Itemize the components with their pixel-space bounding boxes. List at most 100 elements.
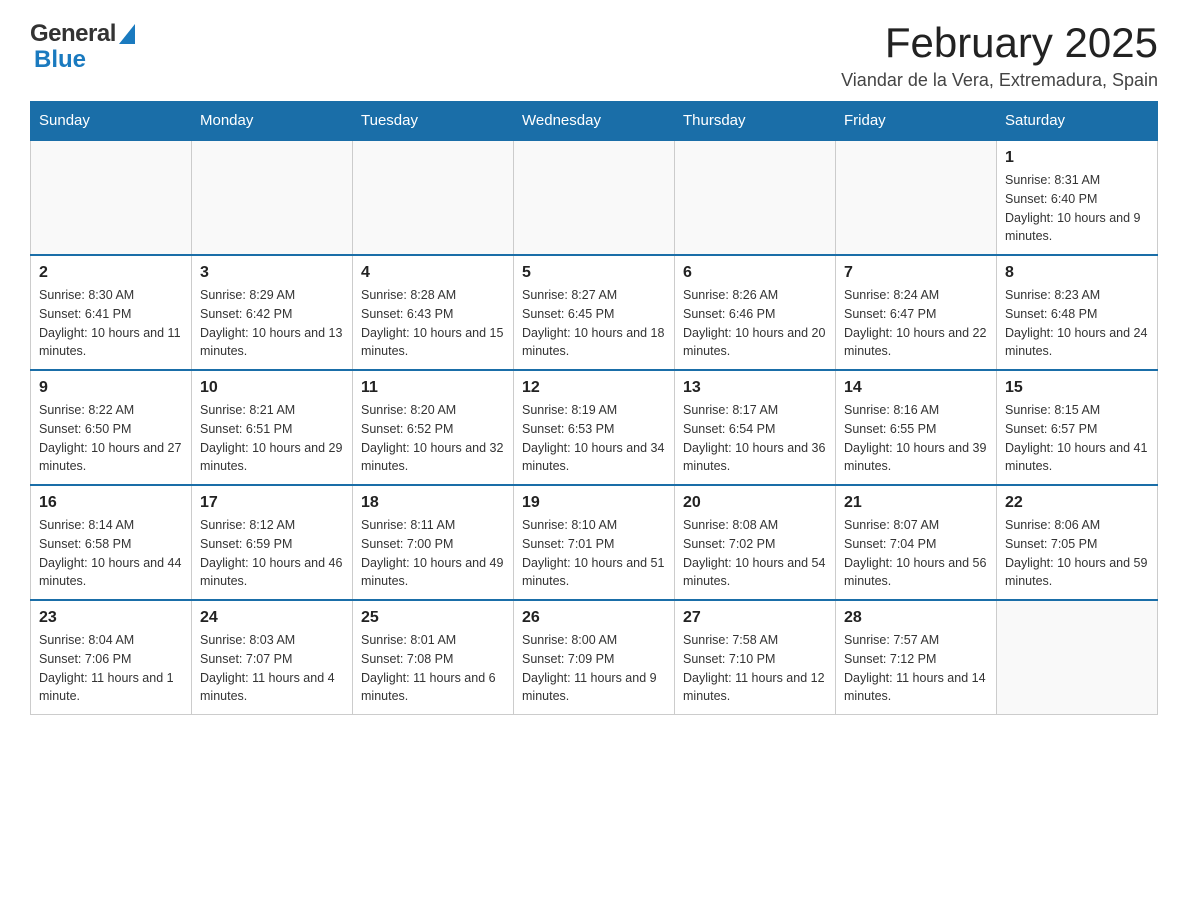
- calendar-table: Sunday Monday Tuesday Wednesday Thursday…: [30, 101, 1158, 715]
- table-cell: 11 Sunrise: 8:20 AMSunset: 6:52 PMDayligh…: [353, 370, 514, 485]
- table-cell: 4Sunrise: 8:28 AMSunset: 6:43 PMDaylight…: [353, 255, 514, 370]
- table-cell: 22Sunrise: 8:06 AMSunset: 7:05 PMDayligh…: [997, 485, 1158, 600]
- header-tuesday: Tuesday: [353, 102, 514, 141]
- day-info: Sunrise: 8:04 AMSunset: 7:06 PMDaylight:…: [39, 631, 183, 706]
- table-cell: 14 Sunrise: 8:16 AMSunset: 6:55 PMDayligh…: [836, 370, 997, 485]
- table-cell: 7 Sunrise: 8:24 AMSunset: 6:47 PMDaylight…: [836, 255, 997, 370]
- table-cell: [997, 600, 1158, 715]
- table-cell: 8 Sunrise: 8:23 AMSunset: 6:48 PMDaylight…: [997, 255, 1158, 370]
- table-cell: 2 Sunrise: 8:30 AMSunset: 6:41 PMDaylight…: [31, 255, 192, 370]
- table-cell: 21Sunrise: 8:07 AMSunset: 7:04 PMDayligh…: [836, 485, 997, 600]
- day-number: 12: [522, 379, 666, 397]
- day-number: 14: [844, 379, 988, 397]
- day-info: Sunrise: 8:23 AMSunset: 6:48 PMDaylight:…: [1005, 286, 1149, 361]
- table-cell: 12 Sunrise: 8:19 AMSunset: 6:53 PMDayligh…: [514, 370, 675, 485]
- day-number: 7: [844, 264, 988, 282]
- day-number: 4: [361, 264, 505, 282]
- day-info: Sunrise: 8:29 AMSunset: 6:42 PMDaylight:…: [200, 286, 344, 361]
- day-number: 13: [683, 379, 827, 397]
- table-cell: 9 Sunrise: 8:22 AMSunset: 6:50 PMDaylight…: [31, 370, 192, 485]
- header-monday: Monday: [192, 102, 353, 141]
- logo-general-text: General: [30, 20, 116, 48]
- day-info: Sunrise: 8:16 AMSunset: 6:55 PMDaylight:…: [844, 401, 988, 476]
- logo: General Blue: [30, 20, 135, 74]
- page-header: General Blue February 2025 Viandar de la…: [30, 20, 1158, 91]
- table-cell: 5 Sunrise: 8:27 AMSunset: 6:45 PMDaylight…: [514, 255, 675, 370]
- day-number: 17: [200, 494, 344, 512]
- logo-triangle-icon: [119, 24, 135, 44]
- table-cell: [31, 140, 192, 255]
- day-info: Sunrise: 8:00 AMSunset: 7:09 PMDaylight:…: [522, 631, 666, 706]
- day-number: 1: [1005, 149, 1149, 167]
- day-number: 24: [200, 609, 344, 627]
- day-number: 28: [844, 609, 988, 627]
- table-cell: 10 Sunrise: 8:21 AMSunset: 6:51 PMDayligh…: [192, 370, 353, 485]
- day-info: Sunrise: 8:08 AMSunset: 7:02 PMDaylight:…: [683, 516, 827, 591]
- header-saturday: Saturday: [997, 102, 1158, 141]
- week-row-0: 1 Sunrise: 8:31 AMSunset: 6:40 PMDaylight…: [31, 140, 1158, 255]
- day-info: Sunrise: 8:12 AMSunset: 6:59 PMDaylight:…: [200, 516, 344, 591]
- table-cell: 15 Sunrise: 8:15 AMSunset: 6:57 PMDayligh…: [997, 370, 1158, 485]
- table-cell: [353, 140, 514, 255]
- day-number: 8: [1005, 264, 1149, 282]
- day-info: Sunrise: 8:24 AMSunset: 6:47 PMDaylight:…: [844, 286, 988, 361]
- day-number: 10: [200, 379, 344, 397]
- day-info: Sunrise: 8:01 AMSunset: 7:08 PMDaylight:…: [361, 631, 505, 706]
- table-cell: 23 Sunrise: 8:04 AMSunset: 7:06 PMDayligh…: [31, 600, 192, 715]
- day-info: Sunrise: 8:21 AMSunset: 6:51 PMDaylight:…: [200, 401, 344, 476]
- day-number: 3: [200, 264, 344, 282]
- day-info: Sunrise: 8:03 AMSunset: 7:07 PMDaylight:…: [200, 631, 344, 706]
- day-info: Sunrise: 8:06 AMSunset: 7:05 PMDaylight:…: [1005, 516, 1149, 591]
- table-cell: 20 Sunrise: 8:08 AMSunset: 7:02 PMDayligh…: [675, 485, 836, 600]
- day-number: 23: [39, 609, 183, 627]
- day-number: 6: [683, 264, 827, 282]
- table-cell: 3 Sunrise: 8:29 AMSunset: 6:42 PMDaylight…: [192, 255, 353, 370]
- table-cell: 17 Sunrise: 8:12 AMSunset: 6:59 PMDayligh…: [192, 485, 353, 600]
- day-info: Sunrise: 8:31 AMSunset: 6:40 PMDaylight:…: [1005, 171, 1149, 246]
- day-number: 9: [39, 379, 183, 397]
- day-number: 19: [522, 494, 666, 512]
- day-info: Sunrise: 8:20 AMSunset: 6:52 PMDaylight:…: [361, 401, 505, 476]
- day-number: 5: [522, 264, 666, 282]
- day-info: Sunrise: 8:15 AMSunset: 6:57 PMDaylight:…: [1005, 401, 1149, 476]
- day-number: 11: [361, 379, 505, 397]
- table-cell: 26Sunrise: 8:00 AMSunset: 7:09 PMDayligh…: [514, 600, 675, 715]
- day-info: Sunrise: 8:19 AMSunset: 6:53 PMDaylight:…: [522, 401, 666, 476]
- week-row-1: 2 Sunrise: 8:30 AMSunset: 6:41 PMDaylight…: [31, 255, 1158, 370]
- table-cell: 27 Sunrise: 7:58 AMSunset: 7:10 PMDayligh…: [675, 600, 836, 715]
- day-info: Sunrise: 8:27 AMSunset: 6:45 PMDaylight:…: [522, 286, 666, 361]
- day-number: 18: [361, 494, 505, 512]
- table-cell: [836, 140, 997, 255]
- day-info: Sunrise: 8:30 AMSunset: 6:41 PMDaylight:…: [39, 286, 183, 361]
- weekday-header-row: Sunday Monday Tuesday Wednesday Thursday…: [31, 102, 1158, 141]
- table-cell: 25 Sunrise: 8:01 AMSunset: 7:08 PMDayligh…: [353, 600, 514, 715]
- table-cell: [192, 140, 353, 255]
- month-title: February 2025: [841, 20, 1158, 66]
- header-sunday: Sunday: [31, 102, 192, 141]
- day-number: 25: [361, 609, 505, 627]
- table-cell: 13 Sunrise: 8:17 AMSunset: 6:54 PMDayligh…: [675, 370, 836, 485]
- day-info: Sunrise: 8:26 AMSunset: 6:46 PMDaylight:…: [683, 286, 827, 361]
- day-info: Sunrise: 8:17 AMSunset: 6:54 PMDaylight:…: [683, 401, 827, 476]
- header-friday: Friday: [836, 102, 997, 141]
- day-info: Sunrise: 7:58 AMSunset: 7:10 PMDaylight:…: [683, 631, 827, 706]
- table-cell: 16Sunrise: 8:14 AMSunset: 6:58 PMDayligh…: [31, 485, 192, 600]
- day-info: Sunrise: 7:57 AMSunset: 7:12 PMDaylight:…: [844, 631, 988, 706]
- header-thursday: Thursday: [675, 102, 836, 141]
- day-number: 27: [683, 609, 827, 627]
- week-row-2: 9 Sunrise: 8:22 AMSunset: 6:50 PMDaylight…: [31, 370, 1158, 485]
- day-info: Sunrise: 8:22 AMSunset: 6:50 PMDaylight:…: [39, 401, 183, 476]
- header-wednesday: Wednesday: [514, 102, 675, 141]
- table-cell: 24 Sunrise: 8:03 AMSunset: 7:07 PMDayligh…: [192, 600, 353, 715]
- week-row-4: 23 Sunrise: 8:04 AMSunset: 7:06 PMDayligh…: [31, 600, 1158, 715]
- day-number: 16: [39, 494, 183, 512]
- week-row-3: 16Sunrise: 8:14 AMSunset: 6:58 PMDayligh…: [31, 485, 1158, 600]
- day-number: 21: [844, 494, 988, 512]
- day-number: 20: [683, 494, 827, 512]
- table-cell: [514, 140, 675, 255]
- day-number: 2: [39, 264, 183, 282]
- location-title: Viandar de la Vera, Extremadura, Spain: [841, 70, 1158, 91]
- table-cell: 1 Sunrise: 8:31 AMSunset: 6:40 PMDaylight…: [997, 140, 1158, 255]
- table-cell: 28 Sunrise: 7:57 AMSunset: 7:12 PMDayligh…: [836, 600, 997, 715]
- day-number: 15: [1005, 379, 1149, 397]
